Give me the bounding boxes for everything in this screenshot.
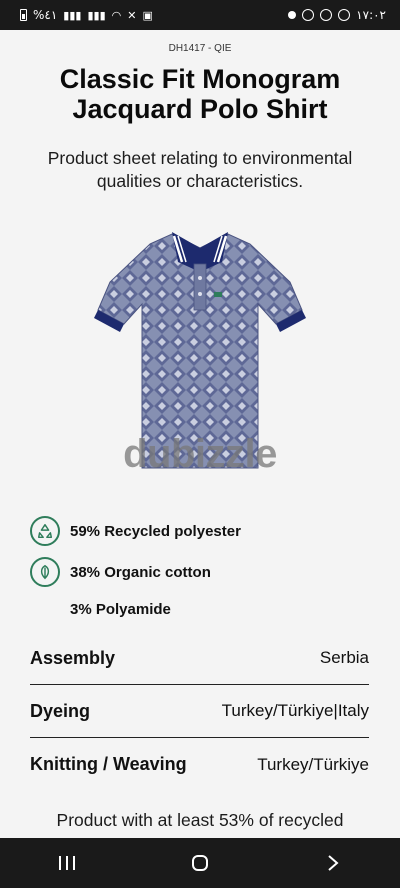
dot-icon [288, 11, 297, 19]
page-title: Classic Fit Monogram Jacquard Polo Shirt [59, 64, 341, 124]
product-code: DH1417 - QIE [168, 43, 232, 54]
page-content: DH1417 - QIE Classic Fit Monogram Jacqua… [0, 30, 400, 838]
battery-level: %٤١ [33, 8, 58, 22]
table-row: Assembly Serbia [30, 632, 369, 685]
row-value: Turkey/Türkiye [257, 754, 369, 774]
app-icon [302, 9, 315, 21]
material-item: 38% Organic cotton [30, 557, 370, 587]
materials-list: 59% Recycled polyester 38% Organic cotto… [30, 516, 370, 631]
page-subtitle: Product sheet relating to environmental … [47, 148, 353, 191]
leaf-icon [30, 557, 60, 587]
row-label: Assembly [30, 647, 116, 668]
table-row: Knitting / Weaving Turkey/Türkiye [30, 738, 369, 791]
status-bar-right: ١٧:٠٢ [288, 8, 386, 22]
home-button[interactable] [170, 843, 230, 883]
material-label: 3% Polyamide [70, 600, 171, 618]
navigation-bar [0, 838, 400, 888]
signal-icon: ▮▮▮ [63, 8, 82, 22]
recycle-icon [30, 516, 60, 546]
status-bar: %٤١ ▮▮▮ ▮▮▮ ◠ ✕ ▣ ١٧:٠٢ [0, 0, 400, 30]
status-bar-left: %٤١ ▮▮▮ ▮▮▮ ◠ ✕ ▣ [20, 8, 153, 22]
material-item: 3% Polyamide [30, 598, 370, 620]
chevron-right-icon [328, 855, 339, 871]
row-label: Dyeing [30, 700, 91, 721]
sync-icon [320, 9, 333, 21]
material-item: 59% Recycled polyester [30, 516, 370, 546]
mute-icon: ✕ [127, 8, 137, 22]
origin-table: Assembly Serbia Dyeing Turkey/Türkiye|It… [30, 632, 369, 791]
material-label: 59% Recycled polyester [70, 522, 241, 540]
material-label: 38% Organic cotton [70, 563, 211, 581]
recycle-status-icon [338, 9, 351, 21]
row-value: Turkey/Türkiye|Italy [221, 701, 369, 720]
notification-icon: ▣ [142, 8, 153, 22]
recent-apps-icon [58, 856, 75, 870]
watermark: dubizzle [123, 432, 277, 476]
row-label: Knitting / Weaving [30, 754, 187, 774]
signal-icon-2: ▮▮▮ [87, 8, 106, 22]
back-button[interactable] [303, 843, 363, 883]
footnote-text: Product with at least 53% of recycled [56, 810, 344, 830]
table-row: Dyeing Turkey/Türkiye|Italy [30, 685, 369, 738]
recent-apps-button[interactable] [37, 843, 97, 883]
row-value: Serbia [319, 648, 369, 667]
clock: ١٧:٠٢ [356, 8, 386, 22]
wifi-icon: ◠ [111, 8, 122, 22]
home-icon [191, 855, 208, 871]
battery-icon [20, 9, 27, 21]
